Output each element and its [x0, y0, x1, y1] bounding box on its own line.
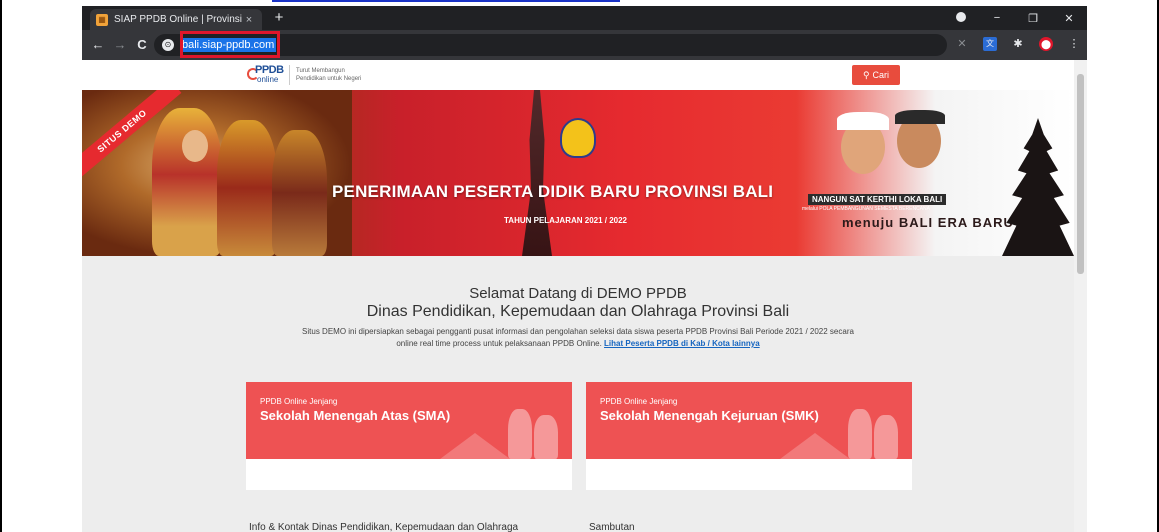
extensions-icon[interactable]: ✱ [1011, 37, 1025, 51]
tab-close-icon[interactable]: × [242, 14, 256, 26]
browser-window: ▦ SIAP PPDB Online | Provinsi Bali × + −… [82, 6, 1087, 532]
screenshot-frame: ▦ SIAP PPDB Online | Provinsi Bali × + −… [0, 0, 1159, 532]
search-button-label: Cari [872, 70, 890, 80]
logo-online-text: online [257, 75, 279, 84]
officials-photo [827, 110, 967, 190]
profile-icon [956, 11, 966, 22]
logo-tagline: Turut Membangun Pendidikan untuk Negeri [296, 67, 361, 83]
welcome-section: Selamat Datang di DEMO PPDB Dinas Pendid… [82, 285, 1074, 350]
toolbar-icons: ✕ 文 ✱ ⬤ ⋮ [955, 37, 1081, 51]
translate-icon[interactable]: 文 [983, 37, 997, 51]
site-header: PPDB online Turut Membangun Pendidikan u… [82, 60, 1074, 90]
window-controls: − ❐ ✕ [943, 6, 1087, 30]
welcome-description: Situs DEMO ini dipersiapkan sebagai peng… [82, 326, 1074, 350]
card-smk-header: PPDB Online Jenjang Sekolah Menengah Kej… [586, 382, 912, 459]
menu-icon[interactable]: ⋮ [1067, 37, 1081, 51]
logo-divider [289, 65, 290, 85]
browser-toolbar: ← → C ⊙ bali.siap-ppdb.com ✕ 文 ✱ ⬤ ⋮ [82, 30, 1087, 60]
students-illustration [780, 401, 904, 459]
tagline-line-1: Turut Membangun [296, 68, 345, 74]
browser-tab[interactable]: ▦ SIAP PPDB Online | Provinsi Bali × [90, 9, 262, 30]
top-link-underline [272, 0, 620, 2]
other-regions-link[interactable]: Lihat Peserta PPDB di Kab / Kota lainnya [604, 339, 760, 348]
hero-banner: SITUS DEMO PENERIMAAN PESERTA DIDIK BARU… [82, 90, 1074, 256]
slogan-small: melalui POLA PEMBANGUNAN SEMESTA BERENCA… [802, 206, 930, 212]
slogan-main: NANGUN SAT KERTHI LOKA BALI [808, 194, 947, 205]
forward-button[interactable]: → [112, 37, 128, 53]
description-text: online real time process untuk pelaksana… [396, 339, 602, 348]
hero-title: PENERIMAAN PESERTA DIDIK BARU PROVINSI B… [332, 182, 774, 201]
card-smk[interactable]: PPDB Online Jenjang Sekolah Menengah Kej… [586, 382, 912, 490]
restore-button[interactable]: ❐ [1015, 12, 1051, 25]
extension-shield-icon[interactable]: ⬤ [1039, 37, 1053, 51]
tab-bar: ▦ SIAP PPDB Online | Provinsi Bali × + −… [82, 6, 1087, 30]
minimize-button[interactable]: − [979, 12, 1015, 24]
ppdb-logo-icon: PPDB online [247, 64, 284, 86]
monument-image [522, 90, 552, 256]
card-sma-header: PPDB Online Jenjang Sekolah Menengah Ata… [246, 382, 572, 459]
tab-title: SIAP PPDB Online | Provinsi Bali [114, 14, 242, 25]
bali-emblem-icon [560, 118, 596, 158]
tagline-line-2: Pendidikan untuk Negeri [296, 76, 362, 82]
description-line-2: online real time process untuk pelaksana… [82, 338, 1074, 350]
clear-icon[interactable]: ✕ [955, 37, 969, 51]
description-line-1: Situs DEMO ini dipersiapkan sebagai peng… [302, 327, 854, 336]
dancers-image [82, 90, 352, 256]
search-button[interactable]: ⚲ Cari [852, 65, 900, 85]
card-sma[interactable]: PPDB Online Jenjang Sekolah Menengah Ata… [246, 382, 572, 490]
students-illustration [440, 401, 564, 459]
temple-image [1002, 118, 1074, 256]
welcome-subtitle: Dinas Pendidikan, Kepemudaan dan Olahrag… [366, 303, 790, 320]
scrollbar-thumb[interactable] [1077, 74, 1084, 274]
url-highlight-box [180, 31, 280, 58]
back-button[interactable]: ← [90, 37, 106, 53]
welcome-title: Selamat Datang di DEMO PPDB [469, 285, 687, 302]
site-logo[interactable]: PPDB online Turut Membangun Pendidikan u… [247, 64, 361, 86]
search-icon: ⚲ [862, 69, 870, 80]
site-info-icon[interactable]: ⊙ [162, 39, 174, 51]
new-tab-button[interactable]: + [270, 9, 288, 27]
slogan-era: menuju BALI ERA BARU [842, 215, 1014, 230]
hero-subtitle: TAHUN PELAJARAN 2021 / 2022 [504, 216, 628, 225]
sambutan-heading: Sambutan [589, 522, 635, 532]
reload-button[interactable]: C [134, 37, 150, 53]
web-page: PPDB online Turut Membangun Pendidikan u… [82, 60, 1074, 532]
favicon-icon: ▦ [96, 13, 108, 26]
profile-button[interactable] [943, 11, 979, 25]
close-window-button[interactable]: ✕ [1051, 12, 1087, 25]
page-scrollbar[interactable] [1074, 60, 1087, 532]
info-contact-heading: Info & Kontak Dinas Pendidikan, Kepemuda… [249, 522, 519, 532]
